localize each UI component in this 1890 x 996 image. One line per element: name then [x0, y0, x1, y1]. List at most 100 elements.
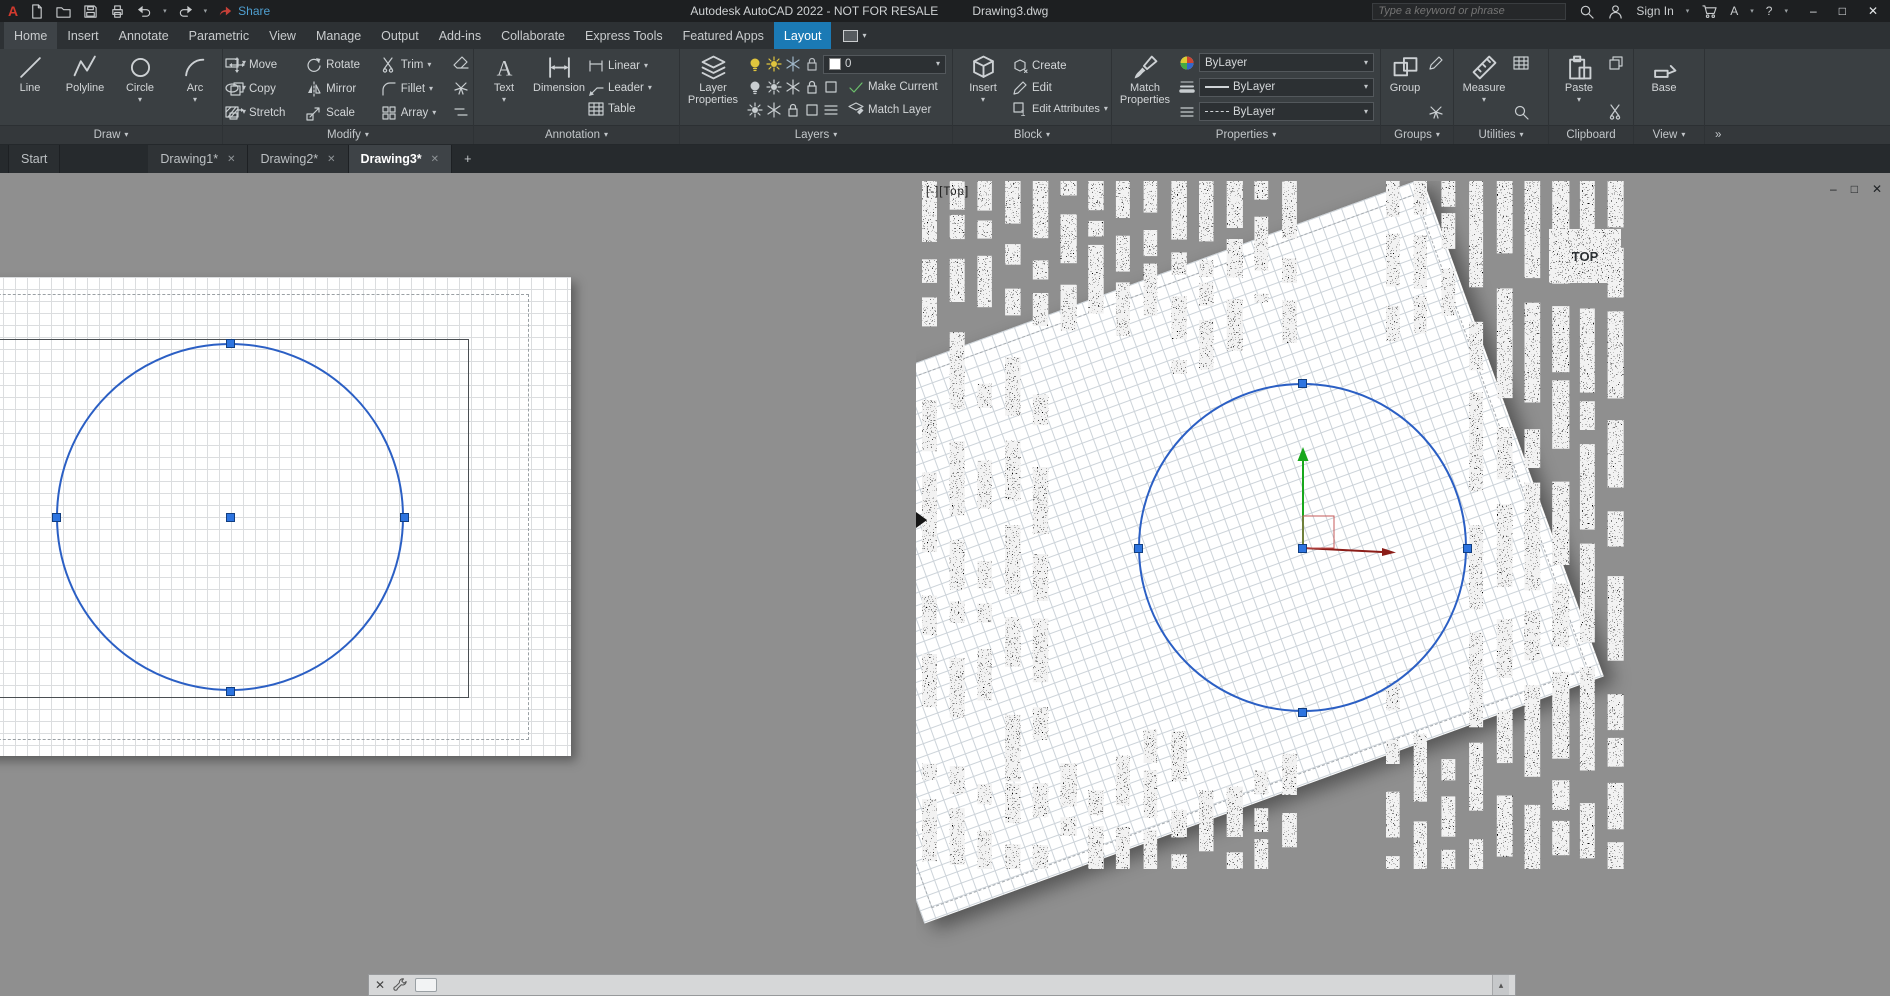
modify-panel-label[interactable]: Modify ▾: [223, 125, 473, 144]
match-layer-button[interactable]: Match Layer: [848, 98, 931, 122]
draw-panel-label[interactable]: Draw ▾: [0, 125, 222, 144]
trim-button[interactable]: Trim ▾: [381, 53, 448, 77]
grip-quadrant-left[interactable]: [51, 512, 61, 522]
tab-insert[interactable]: Insert: [57, 22, 108, 49]
mirror-button[interactable]: Mirror: [306, 77, 372, 101]
tab-collaborate[interactable]: Collaborate: [491, 22, 575, 49]
close-tab-icon[interactable]: ✕: [431, 154, 439, 165]
scale-button[interactable]: Scale: [306, 101, 372, 125]
layer-tool-icon[interactable]: [785, 102, 801, 118]
tab-annotate[interactable]: Annotate: [109, 22, 179, 49]
quick-calculator-icon[interactable]: [1513, 55, 1529, 71]
tab-drawing2[interactable]: Drawing2* ✕: [248, 145, 349, 173]
viewport-restore-button[interactable]: □: [1851, 182, 1858, 196]
layer-tool-icon[interactable]: [766, 79, 782, 95]
polyline-button[interactable]: Polyline: [59, 52, 111, 125]
tab-start[interactable]: Start: [8, 145, 61, 173]
edit-block-button[interactable]: Edit: [1012, 77, 1108, 99]
insert-block-button[interactable]: Insert ▾: [957, 52, 1009, 125]
utilities-panel-label[interactable]: Utilities ▾: [1454, 125, 1548, 144]
command-input[interactable]: [445, 977, 1484, 993]
leader-button[interactable]: Leader ▾: [588, 77, 675, 99]
layer-tool-icon[interactable]: [766, 102, 782, 118]
fillet-button[interactable]: Fillet ▾: [381, 77, 448, 101]
stretch-button[interactable]: Stretch: [229, 101, 297, 125]
copy-clip-icon[interactable]: [1608, 55, 1624, 71]
layer-lock-icon[interactable]: [804, 56, 820, 72]
lineweight-dropdown[interactable]: ByLayer ▾: [1199, 77, 1374, 97]
apps-chevron-icon[interactable]: ▾: [1750, 7, 1754, 15]
sign-in-chevron-icon[interactable]: ▾: [1686, 7, 1690, 15]
tab-view[interactable]: View: [259, 22, 306, 49]
paste-button[interactable]: Paste ▾: [1553, 52, 1605, 125]
layer-freeze-icon[interactable]: [785, 56, 801, 72]
window-minimize-button[interactable]: –: [1810, 4, 1817, 18]
grip-quadrant-bottom[interactable]: [1298, 708, 1307, 717]
erase-icon[interactable]: [453, 55, 469, 71]
layer-on-icon[interactable]: [747, 56, 763, 72]
tab-parametric[interactable]: Parametric: [179, 22, 259, 49]
layers-panel-label[interactable]: Layers ▾: [680, 125, 952, 144]
clipboard-panel-label[interactable]: Clipboard: [1549, 125, 1633, 144]
new-drawing-icon[interactable]: [28, 3, 45, 19]
app-store-cart-icon[interactable]: [1701, 4, 1718, 19]
line-button[interactable]: Line: [4, 52, 56, 125]
grip-quadrant-bottom[interactable]: [225, 686, 235, 696]
offset-icon[interactable]: [453, 104, 469, 120]
quick-access-chevron-icon[interactable]: ▾: [204, 7, 208, 15]
share-button[interactable]: Share: [217, 4, 270, 18]
help-chevron-icon[interactable]: ▾: [1784, 7, 1788, 15]
grip-quadrant-left[interactable]: [1133, 543, 1143, 553]
close-tab-icon[interactable]: ✕: [327, 154, 335, 165]
groups-panel-label[interactable]: Groups ▾: [1381, 125, 1453, 144]
undo-icon[interactable]: [136, 4, 153, 19]
user-icon[interactable]: [1607, 4, 1624, 19]
layer-thaw-icon[interactable]: [766, 56, 782, 72]
group-edit-icon[interactable]: [1428, 55, 1444, 71]
layer-tool-icon[interactable]: [804, 102, 820, 118]
tab-home[interactable]: Home: [4, 22, 58, 49]
annotation-panel-label[interactable]: Annotation ▾: [474, 125, 679, 144]
layer-tool-icon[interactable]: [804, 79, 820, 95]
open-file-icon[interactable]: [55, 4, 72, 19]
drawing-canvas[interactable]: [-][Top] TOP – □ ✕ ✕ ▴: [0, 173, 1890, 996]
viewport-controls[interactable]: [-][Top]: [926, 186, 969, 198]
block-panel-label[interactable]: Block ▾: [953, 125, 1111, 144]
autodesk-app-icon[interactable]: A: [1730, 4, 1738, 18]
viewcube[interactable]: TOP: [1549, 229, 1621, 283]
move-button[interactable]: Move: [229, 53, 297, 77]
help-icon[interactable]: ?: [1766, 4, 1773, 18]
rotate-button[interactable]: Rotate: [306, 53, 372, 77]
command-close-icon[interactable]: ✕: [375, 979, 385, 991]
plot-icon[interactable]: [109, 4, 126, 19]
panel-overflow-icon[interactable]: »: [1715, 129, 1721, 141]
save-icon[interactable]: [82, 4, 99, 19]
layer-properties-button[interactable]: Layer Properties: [684, 52, 742, 125]
match-properties-button[interactable]: Match Properties: [1116, 52, 1174, 125]
drawing-viewport-window[interactable]: [-][Top] TOP – □ ✕: [916, 181, 1890, 996]
text-button[interactable]: A Text ▾: [478, 52, 530, 125]
layer-tool-icon[interactable]: [747, 102, 763, 118]
edit-attributes-button[interactable]: 1 Edit Attributes ▾: [1012, 98, 1108, 120]
ribbon-display-toggle[interactable]: ▾: [843, 22, 866, 49]
tab-addins[interactable]: Add-ins: [429, 22, 491, 49]
id-point-icon[interactable]: [1513, 104, 1529, 120]
wrench-icon[interactable]: [393, 978, 407, 992]
close-tab-icon[interactable]: ✕: [227, 154, 235, 165]
search-input[interactable]: [1372, 2, 1567, 20]
linear-dimension-button[interactable]: Linear ▾: [588, 55, 675, 77]
layer-dropdown[interactable]: 0 ▾: [823, 54, 946, 74]
properties-panel-label[interactable]: Properties ▾: [1112, 125, 1380, 144]
tab-express-tools[interactable]: Express Tools: [575, 22, 673, 49]
command-scroll-up[interactable]: ▴: [1492, 975, 1509, 995]
tab-featured-apps[interactable]: Featured Apps: [673, 22, 774, 49]
sign-in-button[interactable]: Sign In: [1636, 4, 1673, 18]
window-close-button[interactable]: ✕: [1868, 4, 1878, 18]
base-view-button[interactable]: Base: [1638, 52, 1690, 125]
layer-tool-icon[interactable]: [785, 79, 801, 95]
command-line[interactable]: ✕ ▴: [368, 974, 1516, 996]
window-maximize-button[interactable]: □: [1839, 4, 1846, 18]
create-block-button[interactable]: Create: [1012, 55, 1108, 77]
new-drawing-tab-button[interactable]: +: [452, 145, 483, 173]
autocad-logo-icon[interactable]: A: [8, 4, 18, 18]
